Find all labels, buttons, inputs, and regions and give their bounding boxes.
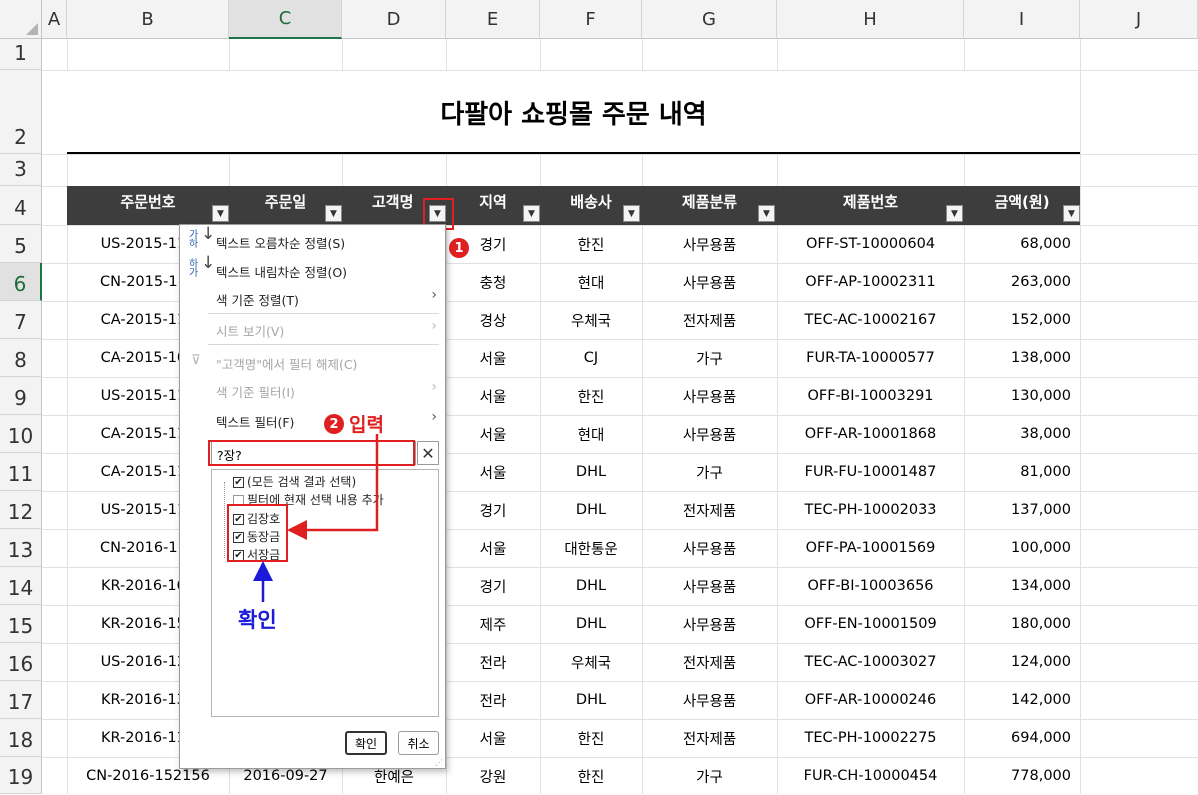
confirm-label: 확인 [238, 608, 277, 632]
step-2-arrow [287, 434, 379, 540]
annotation-arrows [253, 434, 379, 602]
